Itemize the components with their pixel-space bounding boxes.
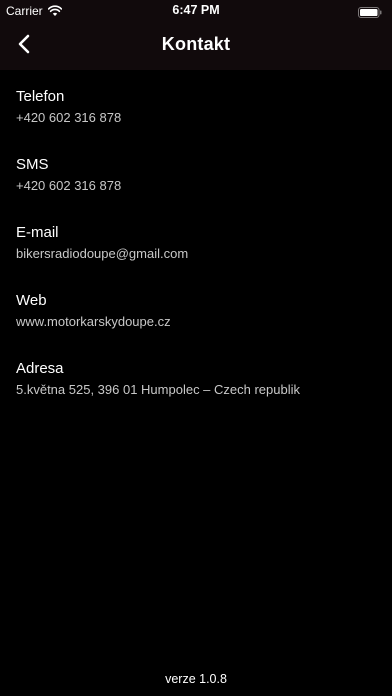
page-title: Kontakt [161, 34, 231, 54]
navigation-bar: Kontakt [0, 22, 392, 70]
contact-value: 5.května 525, 396 01 Humpolec – Czech re… [16, 382, 301, 397]
contact-label: Adresa [16, 360, 64, 377]
status-bar: Carrier 6:47 PM [0, 0, 392, 22]
contact-value: www.motorkarskydoupe.cz [16, 314, 171, 329]
version-label: verze 1.0.8 [165, 672, 227, 686]
contact-value: +420 602 316 878 [16, 178, 122, 193]
contact-value: +420 602 316 878 [16, 110, 122, 125]
contact-label: Web [16, 292, 47, 309]
contact-label: E-mail [16, 224, 59, 241]
contact-item-web[interactable]: Web www.motorkarskydoupe.cz [16, 292, 376, 330]
contact-item-phone[interactable]: Telefon +420 602 316 878 [16, 88, 376, 126]
contact-item-email[interactable]: E-mail bikersradiodoupe@gmail.com [16, 224, 376, 262]
contact-item-address[interactable]: Adresa 5.května 525, 396 01 Humpolec – C… [16, 360, 376, 398]
clock-time: 6:47 PM [172, 3, 220, 17]
contact-label: Telefon [16, 88, 65, 105]
contact-label: SMS [16, 156, 49, 173]
battery-icon [358, 5, 382, 18]
contact-value: bikersradiodoupe@gmail.com [16, 246, 189, 261]
contact-item-sms[interactable]: SMS +420 602 316 878 [16, 156, 376, 194]
